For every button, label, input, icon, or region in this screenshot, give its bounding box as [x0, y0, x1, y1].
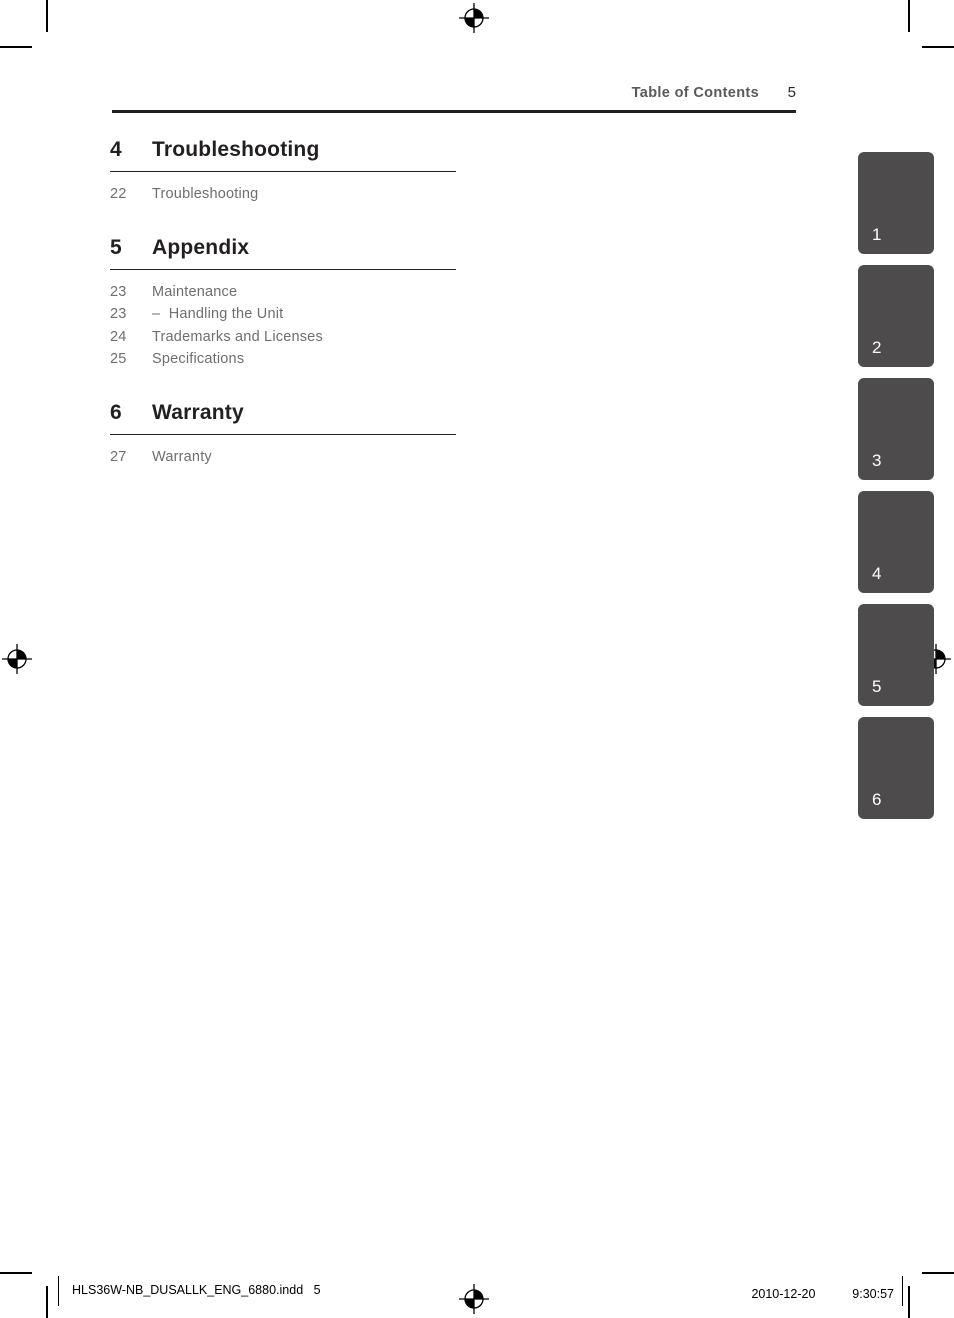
- toc-section-title: Warranty: [152, 400, 244, 424]
- toc-entry[interactable]: 22 Troubleshooting: [110, 183, 456, 206]
- header-divider: [112, 110, 796, 113]
- toc-entry[interactable]: 23 – Handling the Unit: [110, 303, 456, 326]
- toc-entry[interactable]: 23 Maintenance: [110, 281, 456, 304]
- toc-entry-sublabel: – Handling the Unit: [152, 306, 284, 322]
- toc-section-heading: 6 Warranty: [110, 401, 456, 435]
- toc-section-title: Appendix: [152, 235, 250, 259]
- toc-section-number: 6: [110, 400, 122, 424]
- side-index-tab-label: 5: [872, 677, 882, 696]
- toc-entry-page-number: 25: [110, 351, 127, 367]
- toc-section: 4 Troubleshooting 22 Troubleshooting: [110, 138, 456, 206]
- footer-filename: HLS36W-NB_DUSALLK_ENG_6880.indd 5: [72, 1283, 321, 1297]
- side-index-tab-label: 2: [872, 338, 882, 357]
- toc-section-number: 5: [110, 235, 122, 259]
- toc-entry-label: Specifications: [152, 351, 245, 367]
- side-index-tab[interactable]: 2: [858, 265, 934, 367]
- toc-entry-label: Maintenance: [152, 283, 238, 300]
- toc-entry-label: Warranty: [152, 448, 212, 465]
- footer-rule-right: [902, 1276, 904, 1306]
- side-index-tab-label: 6: [872, 790, 882, 809]
- crop-mark-top-right-horizontal: [922, 46, 954, 48]
- side-index-tab[interactable]: 5: [858, 604, 934, 706]
- registration-target-icon: [459, 3, 489, 33]
- running-header: Table of Contents 5: [112, 84, 796, 101]
- document-page: Table of Contents 5 4 Troubleshooting 22 Tr…: [0, 0, 954, 1318]
- toc-entry-page-number: 24: [110, 328, 127, 345]
- crop-mark-top-left-vertical: [46, 0, 48, 32]
- crop-mark-top-right-vertical: [908, 0, 910, 32]
- header-page-number: 5: [787, 84, 796, 101]
- toc-entry-page-number: 22: [110, 186, 127, 202]
- toc-entry-page-number: 23: [110, 306, 127, 322]
- toc-entry[interactable]: 24 Trademarks and Licenses: [110, 326, 456, 349]
- crop-mark-bottom-right-horizontal: [922, 1272, 954, 1274]
- side-index-tab-label: 3: [872, 451, 882, 470]
- toc-entry-label: Trademarks and Licenses: [152, 328, 323, 345]
- toc-section-heading: 4 Troubleshooting: [110, 138, 456, 172]
- toc-entry[interactable]: 27 Warranty: [110, 446, 456, 469]
- page-title: Table of Contents: [631, 85, 759, 101]
- toc-entry-list: 27 Warranty: [110, 435, 456, 469]
- toc-entry-list: 22 Troubleshooting: [110, 172, 456, 206]
- toc-entry-list: 23 Maintenance 23 – Handling the Unit 24 Trad…: [110, 270, 456, 371]
- registration-target-icon: [459, 1284, 489, 1314]
- crop-mark-top-left-horizontal: [0, 46, 32, 48]
- crop-mark-bottom-left-horizontal: [0, 1272, 32, 1274]
- side-index-tab-label: 1: [872, 225, 882, 244]
- toc-section-number: 4: [110, 138, 122, 161]
- side-index-tab[interactable]: 3: [858, 378, 934, 480]
- registration-target-icon: [2, 644, 32, 674]
- crop-mark-bottom-left-vertical: [46, 1286, 48, 1318]
- toc-section-heading: 5 Appendix: [110, 236, 456, 270]
- side-index-tab-label: 4: [872, 564, 882, 583]
- toc-entry[interactable]: 25 Specifications: [110, 348, 456, 371]
- footer-timestamp: 2010-12-20 ᅠᅠ 9:30:57: [751, 1287, 894, 1301]
- side-index-tab[interactable]: 6: [858, 717, 934, 819]
- toc-entry-page-number: 23: [110, 283, 127, 300]
- toc-section: 6 Warranty 27 Warranty: [110, 401, 456, 469]
- side-index-tab[interactable]: 1: [858, 152, 934, 254]
- footer-rule-left: [58, 1276, 60, 1306]
- crop-mark-bottom-right-vertical: [908, 1286, 910, 1318]
- toc-entry-page-number: 27: [110, 448, 127, 465]
- side-index-tab[interactable]: 4: [858, 491, 934, 593]
- toc-entry-label: Troubleshooting: [152, 186, 259, 202]
- table-of-contents: 4 Troubleshooting 22 Troubleshooting 5 Append…: [110, 138, 456, 468]
- toc-section: 5 Appendix 23 Maintenance 23 – Handling the U…: [110, 236, 456, 371]
- toc-section-title: Troubleshooting: [152, 138, 320, 161]
- side-index-tabs: 1 2 3 4 5 6: [858, 152, 934, 830]
